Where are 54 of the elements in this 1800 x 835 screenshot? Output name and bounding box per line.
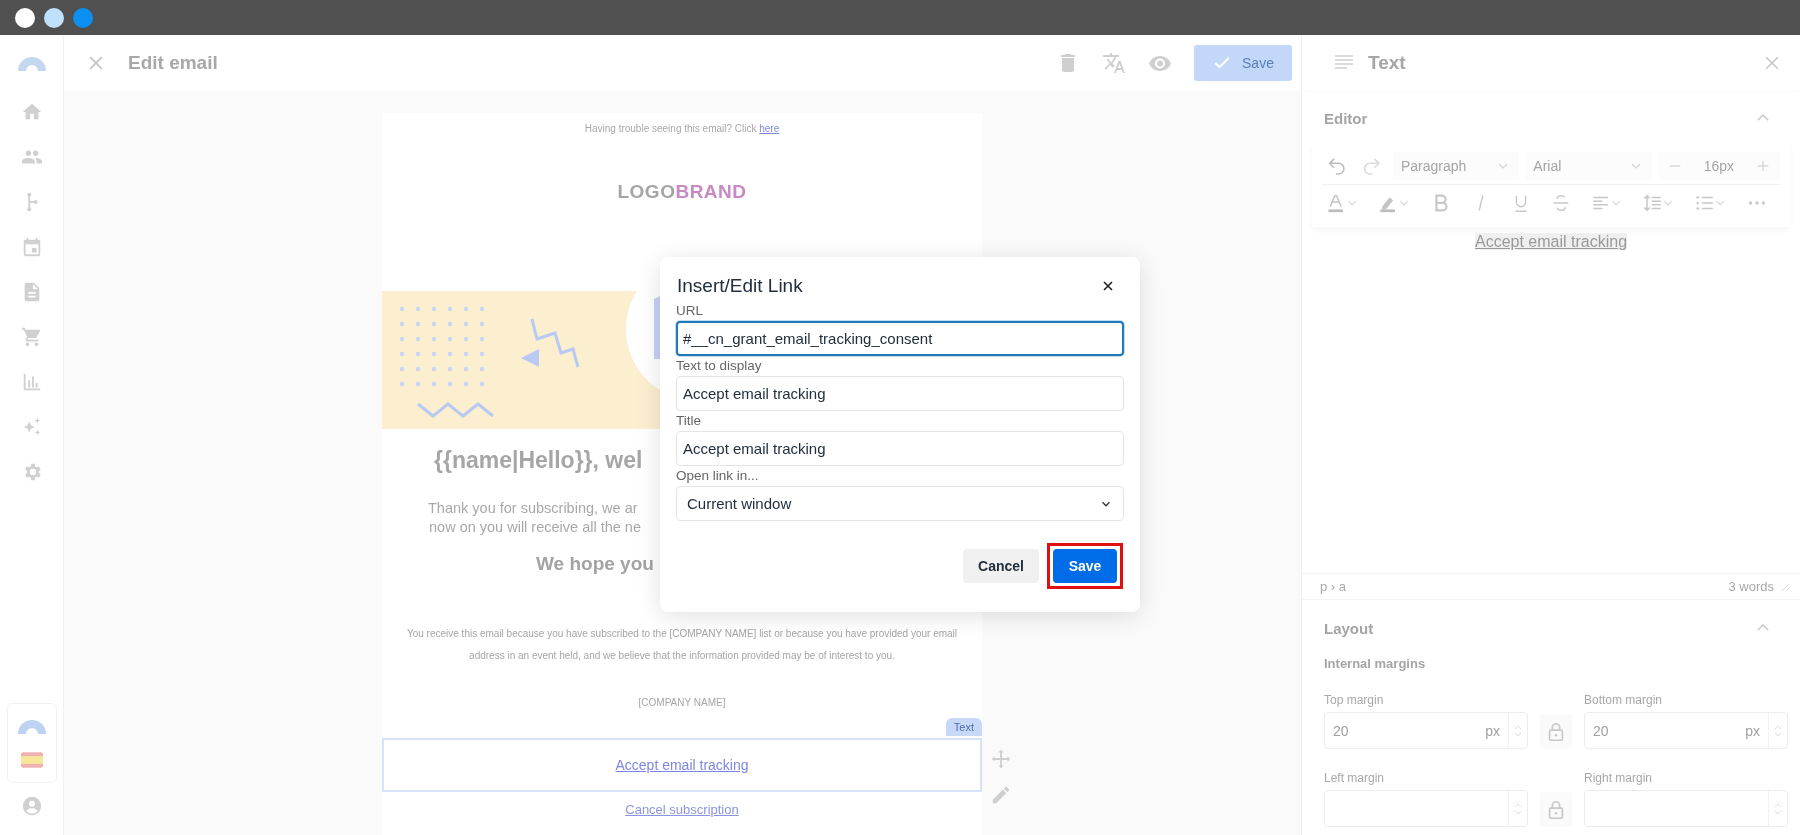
greeting-heading: {{name|Hello}}, wel	[434, 447, 643, 474]
word-count: 3 words	[1728, 579, 1774, 594]
cart-icon[interactable]	[20, 326, 43, 348]
lock-button[interactable]	[1540, 792, 1572, 827]
save-button[interactable]: Save	[1194, 44, 1292, 81]
company-name: [COMPANY NAME]	[638, 697, 726, 708]
subsection-heading: Internal margins	[1323, 656, 1427, 671]
element-path: p › a	[1320, 579, 1346, 594]
page-title: Edit email	[128, 51, 218, 74]
cancel-button[interactable]: Cancel	[963, 549, 1039, 583]
block-type-tag: Text	[945, 718, 982, 736]
input-field[interactable]: Accept email tracking	[676, 376, 1124, 411]
move-icon[interactable]	[990, 748, 1012, 770]
field-label: Bottom margin	[1584, 693, 1664, 707]
unsubscribe-link[interactable]: Cancel subscription	[625, 802, 739, 817]
margin-input[interactable]: 20 px	[1584, 712, 1788, 749]
input-field[interactable]: Accept email tracking	[676, 431, 1124, 466]
undo-icon[interactable]	[1326, 155, 1348, 177]
accept-link[interactable]: Accept email tracking	[615, 757, 749, 773]
field-label: Left margin	[1324, 771, 1386, 785]
input-field[interactable]: #__cn_grant_email_tracking_consent	[676, 321, 1124, 356]
preheader-link[interactable]: here	[759, 123, 780, 134]
preheader-text: Having trouble seeing this email? Click here	[584, 123, 780, 134]
field-label: Open link in...	[676, 468, 760, 484]
margin-input[interactable]	[1324, 790, 1528, 827]
translate-icon[interactable]	[1102, 50, 1126, 75]
section-heading: Editor	[1324, 109, 1368, 127]
field-label: Text to display	[676, 358, 763, 374]
pencil-icon[interactable]	[990, 784, 1012, 806]
field-label: Top margin	[1324, 693, 1385, 707]
field-label: Title	[676, 413, 702, 429]
selected-text-block[interactable]: Accept email tracking	[382, 738, 982, 792]
section-heading: Layout	[1324, 619, 1374, 637]
margin-input[interactable]: 20 px	[1324, 712, 1528, 749]
open-in-select[interactable]: Current window	[676, 486, 1124, 521]
editor-text[interactable]: Accept email tracking	[1474, 233, 1628, 250]
footer-note: You receive this email because you have subscribed to the [COMPANY NAME] list or because you have provided your email address in an event held, and we believe that the information provided may be of interest to you.	[405, 627, 959, 663]
font-size-value[interactable]: 16px	[1703, 158, 1734, 174]
flag-icon[interactable]	[20, 750, 43, 770]
margin-input[interactable]	[1584, 790, 1788, 827]
resize-handle-icon[interactable]	[1780, 581, 1790, 592]
tagline-text: We hope you	[536, 553, 654, 575]
window-button[interactable]	[44, 7, 64, 28]
panel-title: Text	[1368, 51, 1406, 74]
field-label: Right margin	[1584, 771, 1654, 785]
intro-line: Thank you for subscribing, we ar	[428, 499, 638, 518]
brand-logo: LOGOBRAND	[617, 181, 747, 203]
intro-line: now on you will receive all the ne	[429, 518, 641, 537]
lock-button[interactable]	[1540, 714, 1572, 749]
user-avatar-icon[interactable]	[20, 795, 43, 817]
dialog-title: Insert/Edit Link	[677, 275, 803, 297]
window-button[interactable]	[15, 7, 35, 28]
save-button[interactable]: Save	[1053, 549, 1117, 583]
field-label: URL	[676, 303, 704, 319]
